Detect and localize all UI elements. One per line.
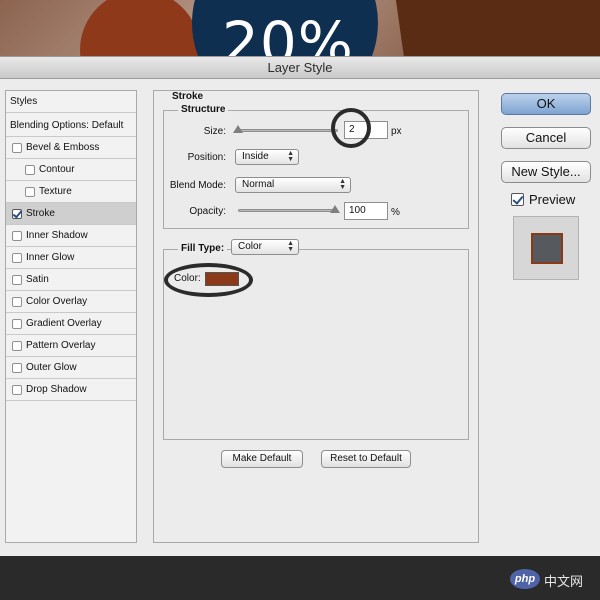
style-item-stroke[interactable]: Stroke — [6, 203, 136, 225]
style-item-drop-shadow[interactable]: Drop Shadow — [6, 379, 136, 401]
style-item-bevel-emboss[interactable]: Bevel & Emboss — [6, 137, 136, 159]
style-item-label: Color Overlay — [26, 296, 88, 307]
style-item-inner-glow[interactable]: Inner Glow — [6, 247, 136, 269]
size-highlight-ring — [331, 108, 371, 148]
position-select[interactable]: Inside ▲ ▼ — [235, 149, 299, 165]
background-band — [392, 0, 600, 60]
fill-type-group: Fill Type: Color ▲ ▼ Color: — [163, 239, 469, 440]
styles-header[interactable]: Styles — [6, 91, 136, 113]
preview-checkbox[interactable] — [511, 193, 524, 206]
blending-options[interactable]: Blending Options: Default — [6, 115, 136, 137]
style-item-texture[interactable]: Texture — [6, 181, 136, 203]
watermark: php 中文网 — [510, 569, 590, 591]
fill-type-label: Fill Type: — [178, 243, 228, 254]
fill-type-value: Color — [238, 241, 262, 252]
size-label: Size: — [203, 126, 226, 137]
updown-arrows-icon: ▲ ▼ — [339, 178, 346, 191]
php-logo: php — [510, 569, 540, 589]
blend-mode-label: Blend Mode: — [169, 180, 226, 191]
stroke-panel: Stroke Structure Size: 2 px Position: In… — [153, 90, 479, 543]
outer-glow-checkbox[interactable] — [12, 363, 22, 373]
opacity-slider[interactable] — [238, 209, 338, 212]
opacity-slider-thumb[interactable] — [330, 205, 340, 213]
dialog-title[interactable]: Layer Style — [0, 57, 600, 79]
size-slider[interactable] — [238, 129, 338, 132]
structure-group: Structure Size: 2 px Position: Inside ▲ ▼… — [163, 104, 469, 229]
stroke-section-title: Stroke — [172, 91, 204, 102]
position-value: Inside — [242, 151, 269, 162]
style-item-label: Satin — [26, 274, 49, 285]
opacity-unit: % — [391, 207, 400, 218]
position-label: Position: — [187, 152, 226, 163]
style-item-label: Texture — [39, 186, 72, 197]
style-item-label: Stroke — [26, 208, 55, 219]
style-item-label: Inner Shadow — [26, 230, 88, 241]
style-item-outer-glow[interactable]: Outer Glow — [6, 357, 136, 379]
style-item-color-overlay[interactable]: Color Overlay — [6, 291, 136, 313]
drop-shadow-checkbox[interactable] — [12, 385, 22, 395]
reset-to-default-button[interactable]: Reset to Default — [321, 450, 411, 468]
style-item-gradient-overlay[interactable]: Gradient Overlay — [6, 313, 136, 335]
ok-button[interactable]: OK — [501, 93, 591, 115]
opacity-input[interactable]: 100 — [344, 202, 388, 220]
structure-group-title: Structure — [178, 104, 229, 115]
style-item-inner-shadow[interactable]: Inner Shadow — [6, 225, 136, 247]
gradient-overlay-checkbox[interactable] — [12, 319, 22, 329]
style-item-pattern-overlay[interactable]: Pattern Overlay — [6, 335, 136, 357]
color-highlight-ring — [164, 263, 253, 297]
styles-list: Styles Blending Options: Default Bevel &… — [5, 90, 137, 543]
opacity-label: Opacity: — [189, 206, 226, 217]
style-item-label: Bevel & Emboss — [26, 142, 100, 153]
inner-shadow-checkbox[interactable] — [12, 231, 22, 241]
size-slider-thumb[interactable] — [233, 125, 243, 133]
preview-swatch — [531, 233, 563, 264]
satin-checkbox[interactable] — [12, 275, 22, 285]
style-item-label: Outer Glow — [26, 362, 77, 373]
fill-type-select[interactable]: Color ▲ ▼ — [231, 239, 299, 255]
background-percent-text: 20% — [222, 9, 354, 60]
style-item-satin[interactable]: Satin — [6, 269, 136, 291]
make-default-button[interactable]: Make Default — [221, 450, 303, 468]
style-item-contour[interactable]: Contour — [6, 159, 136, 181]
style-item-label: Contour — [39, 164, 75, 175]
cancel-button[interactable]: Cancel — [501, 127, 591, 149]
watermark-text: 中文网 — [544, 574, 584, 589]
size-unit: px — [391, 126, 402, 137]
style-item-label: Drop Shadow — [26, 384, 87, 395]
preview-thumbnail — [513, 216, 579, 280]
background-orange-circle — [80, 0, 200, 60]
updown-arrows-icon: ▲ ▼ — [287, 240, 294, 253]
bevel-emboss-checkbox[interactable] — [12, 143, 22, 153]
inner-glow-checkbox[interactable] — [12, 253, 22, 263]
updown-arrows-icon: ▲ ▼ — [287, 150, 294, 163]
style-item-label: Inner Glow — [26, 252, 75, 263]
layer-style-dialog: Layer Style Styles Blending Options: Def… — [0, 56, 600, 556]
style-item-label: Gradient Overlay — [26, 318, 102, 329]
background-artwork: 20% — [0, 0, 600, 60]
blend-mode-value: Normal — [242, 179, 275, 190]
contour-checkbox[interactable] — [25, 165, 35, 175]
blend-mode-select[interactable]: Normal ▲ ▼ — [235, 177, 351, 193]
texture-checkbox[interactable] — [25, 187, 35, 197]
color-overlay-checkbox[interactable] — [12, 297, 22, 307]
new-style-button[interactable]: New Style... — [501, 161, 591, 183]
preview-label: Preview — [529, 192, 576, 207]
style-item-label: Pattern Overlay — [26, 340, 96, 351]
stroke-checkbox[interactable] — [12, 209, 22, 219]
pattern-overlay-checkbox[interactable] — [12, 341, 22, 351]
